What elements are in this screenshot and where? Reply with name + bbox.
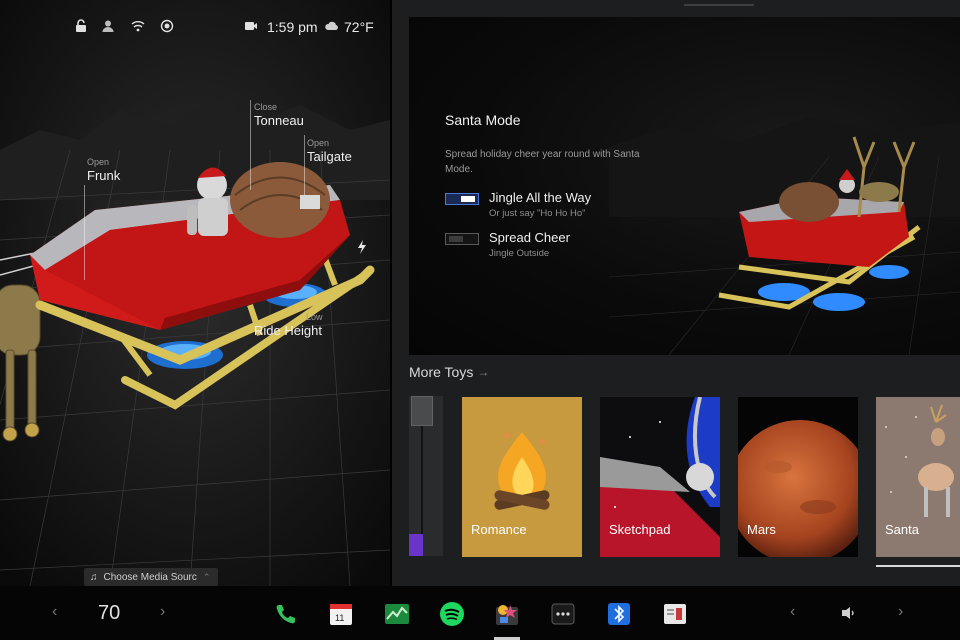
- more-toys-link[interactable]: More Toys →: [409, 364, 489, 380]
- arrow-right-icon: →: [477, 365, 490, 379]
- music-note-icon: ♫: [90, 571, 98, 583]
- toy-sketchpad[interactable]: Sketchpad: [600, 397, 720, 557]
- santa-mode-card: Santa Mode Spread holiday cheer year rou…: [409, 17, 960, 355]
- toy-name: Mars: [747, 522, 776, 537]
- toy-name: Sketchpad: [609, 522, 671, 537]
- volume-down-chevron-icon[interactable]: ‹: [790, 603, 795, 621]
- tailgate-callout[interactable]: Open Tailgate: [307, 138, 352, 164]
- toys-scroll-slider[interactable]: [409, 396, 443, 556]
- toy-name: Romance: [471, 522, 527, 537]
- volume-up-chevron-icon[interactable]: ›: [898, 603, 903, 621]
- cabin-temperature[interactable]: 70: [98, 602, 120, 625]
- frunk-callout[interactable]: Open Frunk: [87, 157, 120, 183]
- toybox-panel: Santa Mode Spread holiday cheer year rou…: [392, 0, 960, 586]
- wifi-icon[interactable]: [131, 19, 145, 33]
- choose-media-source-button[interactable]: ♫ Choose Media Sourc ⌃: [84, 568, 218, 586]
- volume-icon[interactable]: [841, 606, 857, 620]
- jingle-toggle[interactable]: [445, 193, 479, 205]
- record-icon[interactable]: [160, 19, 174, 33]
- spread-cheer-option[interactable]: Spread Cheer Jingle Outside: [445, 230, 570, 259]
- status-bar: 1:59 pm 72°F: [0, 17, 390, 37]
- lock-icon[interactable]: [74, 19, 88, 33]
- panel-handle[interactable]: [684, 4, 754, 6]
- toy-romance[interactable]: Romance: [462, 397, 582, 557]
- toybox-icon[interactable]: [494, 601, 520, 627]
- tonneau-callout[interactable]: Close Tonneau: [254, 102, 304, 128]
- bluetooth-icon[interactable]: [606, 601, 632, 627]
- slider-knob[interactable]: [411, 396, 433, 426]
- user-icon[interactable]: [101, 19, 115, 33]
- santa-sleigh-image: [608, 117, 960, 355]
- ride-height-callout[interactable]: Low Ride Height: [254, 312, 323, 338]
- spotify-icon[interactable]: [439, 601, 465, 627]
- media-source-label: Choose Media Sourc: [103, 571, 197, 583]
- slider-fill: [409, 534, 423, 556]
- bottom-dock: ‹ 70 › 11 ‹ ›: [0, 586, 960, 640]
- toy-mars[interactable]: Mars: [738, 397, 858, 557]
- car-3d-view: 1:59 pm 72°F Open Frunk Close Tonneau Op…: [0, 0, 390, 586]
- toy-santa[interactable]: Santa: [876, 397, 960, 557]
- spread-cheer-toggle[interactable]: [445, 233, 479, 245]
- selected-indicator: [876, 565, 960, 567]
- outside-temperature: 72°F: [344, 19, 374, 35]
- temp-up-chevron-icon[interactable]: ›: [160, 603, 165, 621]
- santa-mode-description: Spread holiday cheer year round with San…: [445, 149, 640, 175]
- calendar-day: 11: [335, 613, 345, 623]
- ground-grid: [0, 0, 390, 586]
- phone-icon[interactable]: [272, 601, 298, 627]
- dashcam-icon[interactable]: [662, 601, 688, 627]
- charge-port-icon[interactable]: [357, 240, 367, 254]
- cloud-icon: [325, 21, 338, 30]
- santa-mode-title: Santa Mode: [445, 112, 521, 128]
- camera-icon[interactable]: [244, 19, 258, 33]
- temp-down-chevron-icon[interactable]: ‹: [52, 603, 57, 621]
- jingle-all-the-way-option[interactable]: Jingle All the Way Or just say "Ho Ho Ho…: [445, 190, 591, 219]
- chevron-up-icon: ⌃: [202, 571, 211, 582]
- energy-icon[interactable]: [384, 601, 410, 627]
- more-icon[interactable]: [550, 601, 576, 627]
- toy-name: Santa: [885, 522, 919, 537]
- clock: 1:59 pm: [267, 19, 318, 35]
